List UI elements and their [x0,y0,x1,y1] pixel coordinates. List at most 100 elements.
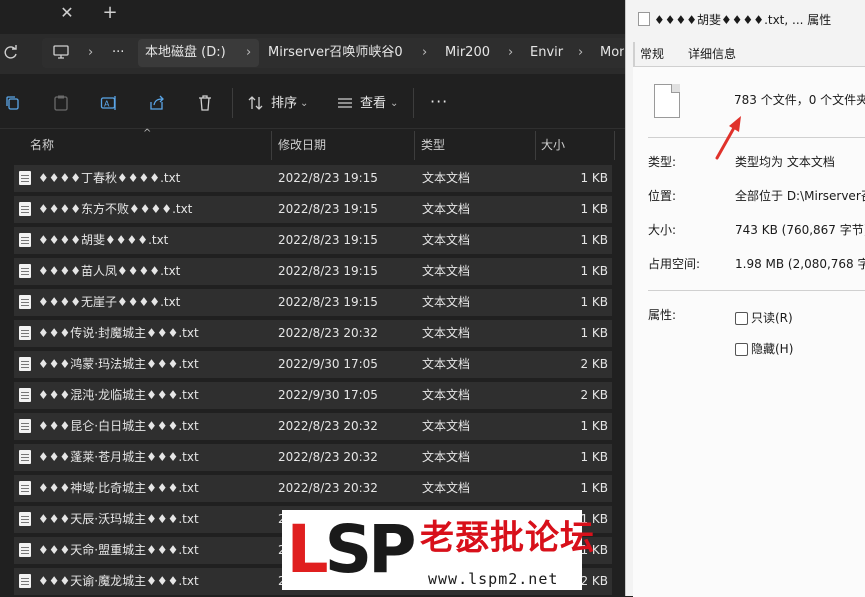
breadcrumb-mon[interactable]: Mon [600,44,624,62]
file-row[interactable]: ♦♦♦蓬莱·苍月城主♦♦♦.txt 2022/8/23 20:32 文本文档 1 KB [14,444,612,471]
chevron-down-icon: ⌄ [390,98,399,109]
file-type: 文本文档 [422,295,471,309]
file-name: ♦♦♦天辰·沃玛城主♦♦♦.txt [38,512,199,526]
share-icon[interactable] [148,94,166,112]
toolbar-divider [413,88,414,118]
file-name: ♦♦♦♦苗人凤♦♦♦♦.txt [38,264,181,278]
refresh-icon[interactable] [4,45,18,61]
file-row[interactable]: ♦♦♦传说·封魔城主♦♦♦.txt 2022/8/23 20:32 文本文档 1 KB [14,320,612,347]
view-icon[interactable] [336,94,354,112]
file-date: 2022/8/23 19:15 [278,202,378,216]
chevron-right-icon: › [246,45,252,60]
dialog-title: ♦♦♦♦胡斐♦♦♦♦.txt, ... 属性 [654,13,832,27]
watermark-cn-text: 老瑟批论坛 [420,518,595,558]
file-size: 1 KB [580,419,608,433]
breadcrumb-more[interactable]: ··· [112,44,124,62]
column-date[interactable]: 修改日期 [278,138,326,152]
close-tab-icon[interactable]: ✕ [60,3,74,23]
column-divider[interactable] [271,131,272,160]
watermark-url: www.lspm2.net [428,570,559,588]
watermark-logo: LSP [282,508,417,592]
file-date: 2022/9/30 17:05 [278,357,378,371]
file-row[interactable]: ♦♦♦混沌·龙临城主♦♦♦.txt 2022/9/30 17:05 文本文档 2 KB [14,382,612,409]
file-name: ♦♦♦天命·盟重城主♦♦♦.txt [38,543,199,557]
readonly-checkbox[interactable] [735,312,748,325]
file-size: 1 KB [580,295,608,309]
file-size: 1 KB [580,233,608,247]
column-name[interactable]: 名称 [30,138,54,152]
column-divider[interactable] [414,131,415,160]
file-row[interactable]: ♦♦♦♦东方不败♦♦♦♦.txt 2022/8/23 19:15 文本文档 1 KB [14,196,612,223]
file-name: ♦♦♦♦丁春秋♦♦♦♦.txt [38,171,181,185]
file-size: 1 KB [580,171,608,185]
text-file-icon [19,512,31,526]
file-name: ♦♦♦天谕·魔龙城主♦♦♦.txt [38,574,199,588]
location-value: 全部位于 D:\Mirserver召 [735,189,865,203]
file-row[interactable]: ♦♦♦♦苗人凤♦♦♦♦.txt 2022/8/23 19:15 文本文档 1 KB [14,258,612,285]
text-file-icon [19,388,31,402]
column-divider[interactable] [614,131,615,160]
file-name: ♦♦♦昆仑·白日城主♦♦♦.txt [38,419,199,433]
column-divider[interactable] [535,131,536,160]
file-row[interactable]: ♦♦♦昆仑·白日城主♦♦♦.txt 2022/8/23 20:32 文本文档 1 KB [14,413,612,440]
file-type: 文本文档 [422,357,471,371]
file-date: 2022/9/30 17:05 [278,388,378,402]
delete-icon[interactable] [196,94,214,112]
disk-size-label: 占用空间: [648,257,701,271]
breadcrumb-envir[interactable]: Envir [530,44,563,62]
breadcrumb-drive[interactable]: 本地磁盘 (D:) [145,44,226,62]
breadcrumb-mirserver[interactable]: Mirserver召唤师峡谷0 [268,44,403,62]
rename-icon[interactable]: A [100,94,118,112]
file-name: ♦♦♦混沌·龙临城主♦♦♦.txt [38,388,199,402]
file-size: 1 KB [580,326,608,340]
sort-button[interactable]: 排序 [271,96,297,112]
file-date: 2022/8/23 20:32 [278,450,378,464]
text-file-icon [19,543,31,557]
file-type: 文本文档 [422,388,471,402]
text-file-icon [19,295,31,309]
sort-icon[interactable] [247,94,265,112]
add-tab-icon[interactable]: + [102,3,118,23]
file-count: 783 个文件，0 个文件夹 [734,93,865,107]
column-size[interactable]: 大小 [541,138,565,152]
file-row[interactable]: ♦♦♦鸿蒙·玛法城主♦♦♦.txt 2022/9/30 17:05 文本文档 2 KB [14,351,612,378]
view-button[interactable]: 查看 [360,96,386,112]
file-date: 2022/8/23 20:32 [278,326,378,340]
column-type[interactable]: 类型 [421,138,445,152]
copy-icon[interactable] [4,94,22,112]
command-bar [0,80,625,129]
text-file-icon [19,574,31,588]
file-date: 2022/8/23 19:15 [278,264,378,278]
file-row[interactable]: ♦♦♦♦无崖子♦♦♦♦.txt 2022/8/23 19:15 文本文档 1 KB [14,289,612,316]
svg-text:A: A [104,100,110,109]
hidden-checkbox[interactable] [735,343,748,356]
file-size: 1 KB [580,202,608,216]
breadcrumb-mir200[interactable]: Mir200 [445,44,490,62]
file-icon [654,84,680,118]
chevron-right-icon: › [508,45,514,60]
location-label: 位置: [648,189,677,203]
more-options-icon[interactable]: ··· [430,94,448,110]
file-type: 文本文档 [422,264,471,278]
tab-details[interactable]: 详细信息 [682,44,742,64]
text-file-icon [19,419,31,433]
file-name: ♦♦♦神域·比奇城主♦♦♦.txt [38,481,199,495]
file-name: ♦♦♦鸿蒙·玛法城主♦♦♦.txt [38,357,199,371]
file-row[interactable]: ♦♦♦♦胡斐♦♦♦♦.txt 2022/8/23 19:15 文本文档 1 KB [14,227,612,254]
file-type: 文本文档 [422,481,471,495]
chevron-right-icon: › [578,45,584,60]
chevron-right-icon: › [88,45,94,60]
paste-icon[interactable] [52,94,70,112]
tab-general[interactable]: 常规 [634,44,670,64]
this-pc-icon[interactable] [52,43,70,61]
sort-up-icon: ^ [143,128,152,139]
size-label: 大小: [648,223,677,237]
file-row[interactable]: ♦♦♦♦丁春秋♦♦♦♦.txt 2022/8/23 19:15 文本文档 1 KB [14,165,612,192]
file-size: 1 KB [580,450,608,464]
file-name: ♦♦♦蓬莱·苍月城主♦♦♦.txt [38,450,199,464]
hidden-label: 隐藏(H) [751,342,794,356]
disk-size-value: 1.98 MB (2,080,768 字节) [735,257,865,271]
file-row[interactable]: ♦♦♦神域·比奇城主♦♦♦.txt 2022/8/23 20:32 文本文档 1 KB [14,475,612,502]
file-name: ♦♦♦♦东方不败♦♦♦♦.txt [38,202,193,216]
file-type: 文本文档 [422,202,471,216]
